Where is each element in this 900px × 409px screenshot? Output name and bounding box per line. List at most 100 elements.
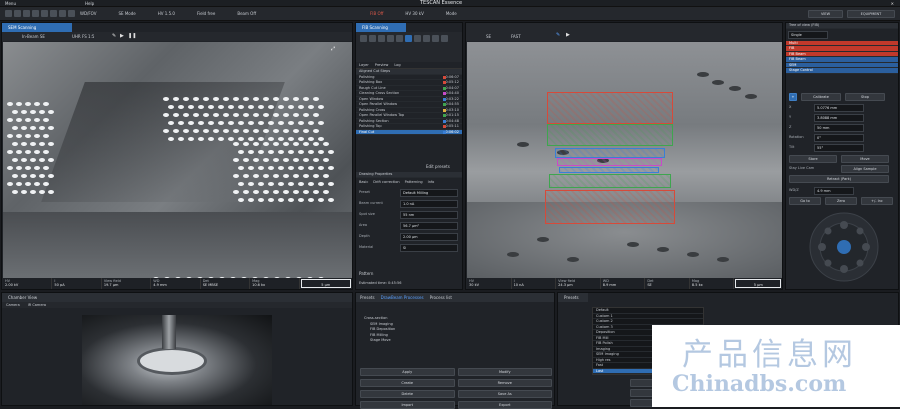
milling-pattern[interactable] <box>557 158 662 166</box>
process-button[interactable]: Create <box>360 379 455 387</box>
process-button[interactable]: Delete <box>360 390 455 398</box>
tab-patterning[interactable]: Patterning <box>405 180 423 184</box>
toolbar-item[interactable]: HV 30 kV <box>405 11 423 16</box>
ir-camera-tab[interactable]: IR Camera <box>28 303 46 307</box>
hole-mark <box>238 137 244 141</box>
play-icon[interactable]: ▶ <box>566 32 570 38</box>
inc-button[interactable]: +/- Inc <box>861 197 893 205</box>
camera-tab[interactable]: Camera <box>6 303 20 307</box>
toolbar-item[interactable]: Mode <box>446 11 457 16</box>
live-cam-checkbox[interactable]: Stay Live Cam <box>789 165 837 173</box>
help-button[interactable]: Help <box>85 1 94 6</box>
wd-field[interactable]: 4.9 mm <box>814 187 854 195</box>
hole-mark <box>188 121 194 125</box>
tab-log[interactable]: Log <box>394 63 400 67</box>
process-button[interactable]: Apply <box>360 368 455 376</box>
property-field[interactable]: 1.0 nA <box>400 200 458 208</box>
park-button[interactable]: Retract (Park) <box>789 175 889 183</box>
hole-mark <box>283 97 289 101</box>
toolbar-item[interactable]: SE Mode <box>119 11 136 16</box>
milling-pattern[interactable] <box>547 124 673 146</box>
toolbar-item[interactable]: FIB Off <box>370 11 383 16</box>
process-button[interactable]: Remove <box>457 379 552 387</box>
stage-joystick[interactable] <box>808 211 880 283</box>
fib-image[interactable] <box>467 42 782 278</box>
stop-button[interactable]: Stop <box>845 93 885 101</box>
process-button[interactable]: Modify <box>457 368 552 376</box>
tab-info[interactable]: Info <box>428 180 435 184</box>
move-button[interactable]: Move <box>841 155 889 163</box>
equipment-button[interactable]: EQUIPMENT <box>847 10 895 18</box>
hole-mark <box>293 190 299 194</box>
pause-icon[interactable]: ❚❚ <box>128 33 136 39</box>
goto-button[interactable]: Go to <box>789 197 821 205</box>
maximize-icon[interactable]: ⤢ <box>331 46 335 52</box>
process-button[interactable]: Import <box>360 401 455 409</box>
toolbar-item[interactable]: Beam Off <box>237 11 256 16</box>
tab-drawbeam-processes[interactable]: DrawBeam Processes <box>381 294 424 301</box>
property-field[interactable]: 2.00 µm <box>400 233 458 241</box>
z-field[interactable]: 50 mm <box>814 124 864 132</box>
tab-layer[interactable]: Layer <box>359 63 369 67</box>
color-swatch <box>442 119 446 123</box>
view-button[interactable]: VIEW <box>808 10 843 18</box>
milling-pattern[interactable] <box>545 190 675 224</box>
process-button[interactable]: Export <box>457 401 552 409</box>
property-field[interactable]: Si <box>400 244 458 252</box>
milling-pattern[interactable] <box>555 148 665 158</box>
store-button[interactable]: Store <box>789 155 837 163</box>
sem-image[interactable]: ⤢ <box>3 42 352 278</box>
tab-sem-scanning[interactable]: SEM Scanning <box>2 23 72 32</box>
tool-icons[interactable] <box>4 10 76 17</box>
property-field[interactable]: 55 nm <box>400 211 458 219</box>
rotation-field[interactable]: 0° <box>814 134 864 142</box>
drawbeam-tools[interactable] <box>356 32 462 62</box>
fib-mode-select[interactable]: SE <box>486 34 491 39</box>
property-field[interactable]: 56.7 µm² <box>400 222 458 230</box>
stage-arrow-button[interactable]: + <box>789 93 797 101</box>
tab-presets[interactable]: Presets <box>360 294 375 301</box>
edit-presets-link[interactable]: Edit presets <box>426 164 450 169</box>
hole-mark <box>288 150 294 154</box>
y-field[interactable]: 3.8088 mm <box>814 114 864 122</box>
hole-mark <box>38 174 45 178</box>
process-button[interactable]: Save As <box>457 390 552 398</box>
pencil-icon[interactable]: ✎ <box>556 32 560 38</box>
play-icon[interactable]: ▶ <box>120 33 124 39</box>
layer-item[interactable]: Stage Control <box>786 68 898 74</box>
tab-chamber-view[interactable]: Chamber View <box>2 293 352 302</box>
hole-mark <box>34 102 40 106</box>
milling-pattern[interactable] <box>559 167 659 173</box>
pattern-tab[interactable]: Pattern <box>359 271 373 276</box>
tab-basic[interactable]: Basic <box>359 180 368 184</box>
toolbar-item[interactable]: HV 1.5.0 <box>158 11 175 16</box>
hole-mark <box>308 121 314 125</box>
sem-speed-select[interactable]: UHR FS 1:5 <box>72 34 94 39</box>
fib-speed-select[interactable]: FAST <box>511 34 521 39</box>
align-sample-button[interactable]: Align Sample <box>841 165 889 173</box>
toolbar-item[interactable]: Field free <box>197 11 215 16</box>
sem-mode-select[interactable]: In-Beam SE <box>22 34 45 39</box>
tab-preview[interactable]: Preview <box>375 63 389 67</box>
close-icon[interactable]: ✕ <box>891 1 894 6</box>
tab-fib-scanning[interactable]: FIB Scanning <box>356 23 406 32</box>
tilt-field[interactable]: 55° <box>814 144 864 152</box>
view-combo[interactable]: Single <box>788 30 828 39</box>
zero-button[interactable]: Zero <box>825 197 857 205</box>
process-tree-item[interactable]: Stage Move <box>362 338 548 344</box>
tab-process-list[interactable]: Process list <box>430 294 452 301</box>
milling-pattern[interactable] <box>547 92 673 124</box>
toolbar-item[interactable]: WD/FOV <box>80 11 97 16</box>
tab-drift[interactable]: Drift correction <box>373 180 399 184</box>
property-field[interactable]: Default Milling <box>400 189 458 197</box>
menu-button[interactable]: Menu <box>5 1 16 6</box>
pencil-icon[interactable]: ✎ <box>112 33 116 39</box>
drawbeam-item[interactable]: Final Cut 0:06:02 <box>356 129 462 135</box>
hole-mark <box>208 105 214 109</box>
hole-mark <box>263 129 269 133</box>
hole-mark <box>11 110 18 114</box>
color-swatch <box>442 86 446 90</box>
calibrate-button[interactable]: Calibrate <box>801 93 841 101</box>
x-field[interactable]: 5.0776 mm <box>814 104 864 112</box>
milling-pattern[interactable] <box>549 174 671 188</box>
